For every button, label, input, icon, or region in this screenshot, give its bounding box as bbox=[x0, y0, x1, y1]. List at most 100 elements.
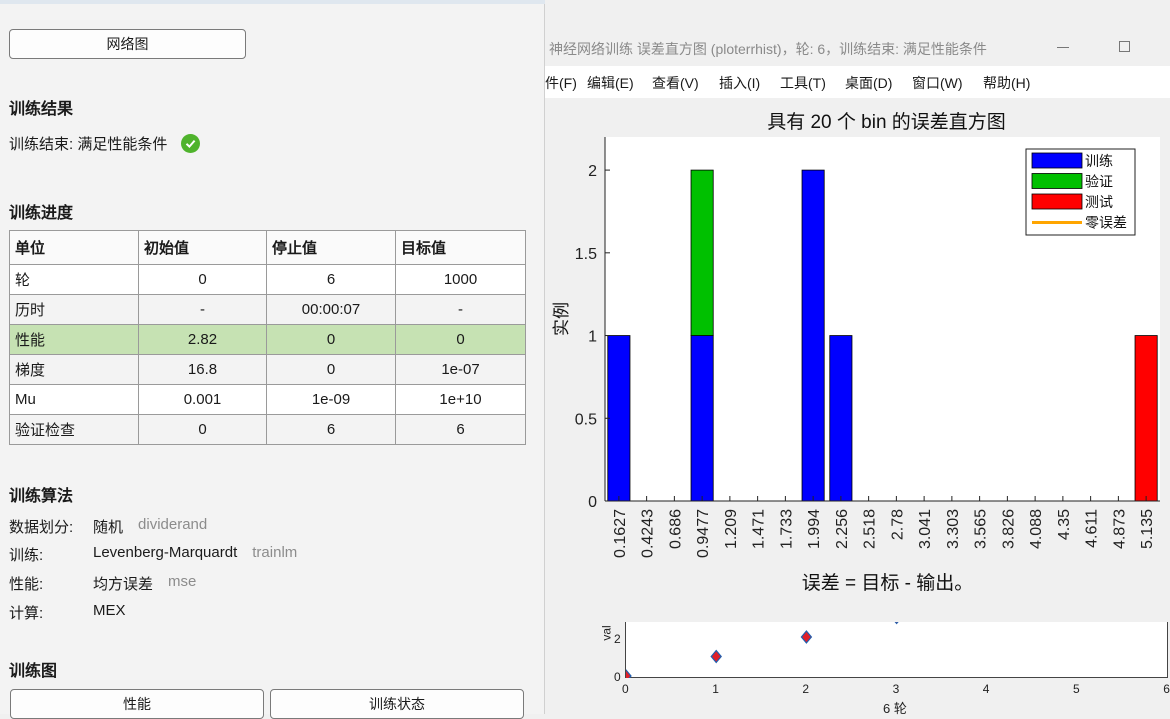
table-cell: 1e-07 bbox=[395, 354, 526, 385]
header-initial: 初始值 bbox=[138, 230, 267, 265]
background-xtick: 4 bbox=[982, 682, 990, 696]
histogram-bar bbox=[801, 169, 825, 502]
menu-file[interactable]: 件(F) bbox=[545, 73, 577, 93]
maximize-icon[interactable] bbox=[1119, 41, 1130, 52]
x-tick-label: 0.9477 bbox=[695, 509, 712, 558]
table-row-gradient: 梯度 16.8 0 1e-07 bbox=[9, 354, 526, 385]
x-tick-label: 0.1627 bbox=[612, 509, 629, 558]
background-xtick: 0 bbox=[622, 682, 629, 696]
legend-label: 验证 bbox=[1085, 174, 1113, 190]
table-cell: 0.001 bbox=[138, 384, 267, 415]
algorithm-key: 数据划分: bbox=[9, 519, 74, 536]
table-cell: 6 bbox=[266, 414, 396, 445]
table-row-epoch: 轮 0 6 1000 bbox=[9, 264, 526, 295]
background-xtick: 1 bbox=[712, 682, 719, 696]
x-tick-label: 1.471 bbox=[751, 509, 768, 549]
x-tick-label: 1.209 bbox=[723, 509, 740, 549]
table-row-elapsed: 历时 - 00:00:07 - bbox=[9, 294, 526, 325]
x-tick-label: 3.303 bbox=[945, 509, 962, 549]
histogram-bar bbox=[607, 335, 631, 502]
menu-window[interactable]: 窗口(W) bbox=[912, 73, 963, 93]
x-tick-label: 3.565 bbox=[973, 509, 990, 549]
legend-swatch bbox=[1031, 173, 1083, 189]
table-cell: 性能 bbox=[9, 324, 139, 355]
legend-label: 零误差 bbox=[1085, 215, 1127, 231]
algorithm-row-calculation: 计算: MEX bbox=[9, 602, 141, 623]
table-cell: 16.8 bbox=[138, 354, 267, 385]
training-panel: 网络图 训练结果 训练结束: 满足性能条件 训练进度 单位 初始值 停止值 目标… bbox=[0, 0, 545, 719]
plots-section-title: 训练图 bbox=[9, 663, 58, 680]
table-cell: 6 bbox=[395, 414, 526, 445]
table-cell: 0 bbox=[395, 324, 526, 355]
background-point bbox=[800, 630, 813, 644]
table-cell: - bbox=[395, 294, 526, 325]
algorithm-value: 均方误差 bbox=[93, 576, 154, 593]
title-bar[interactable]: 神经网络训练 误差直方图 (ploterrhist)，轮: 6，训练结束: 满足… bbox=[545, 30, 1170, 66]
network-diagram-button[interactable]: 网络图 bbox=[9, 29, 246, 59]
table-cell: 6 bbox=[266, 264, 396, 295]
menu-tools[interactable]: 工具(T) bbox=[780, 73, 826, 93]
table-row-validation-checks: 验证检查 0 6 6 bbox=[9, 414, 526, 445]
table-cell: 0 bbox=[138, 414, 267, 445]
error-histogram-chart: 具有 20 个 bin 的误差直方图 0 0.5 1 1.5 2 0.1627 0.4243 0… bbox=[552, 111, 1160, 594]
table-header-row: 单位 初始值 停止值 目标值 bbox=[9, 230, 526, 265]
algorithm-key: 性能: bbox=[9, 576, 44, 593]
legend-swatch bbox=[1031, 193, 1083, 210]
menu-desktop[interactable]: 桌面(D) bbox=[845, 73, 892, 93]
histogram-bar bbox=[1134, 335, 1158, 502]
x-tick-label: 2.256 bbox=[834, 509, 851, 549]
error-histogram-window: 神经网络训练 误差直方图 (ploterrhist)，轮: 6，训练结束: 满足… bbox=[545, 30, 1170, 622]
background-xtick: 2 bbox=[802, 682, 810, 696]
y-axis-label: 实例 bbox=[552, 302, 571, 336]
menu-edit[interactable]: 编辑(E) bbox=[587, 73, 634, 93]
minimize-icon[interactable] bbox=[1057, 47, 1069, 48]
x-tick-label: 3.041 bbox=[917, 509, 934, 549]
table-cell: 轮 bbox=[9, 264, 139, 295]
menu-insert[interactable]: 插入(I) bbox=[719, 73, 760, 93]
table-row-performance: 性能 2.82 0 0 bbox=[9, 324, 526, 355]
x-tick-label: 2.78 bbox=[889, 509, 906, 540]
algorithm-key: 训练: bbox=[9, 547, 44, 564]
table-cell: 0 bbox=[266, 324, 396, 355]
menu-view[interactable]: 查看(V) bbox=[652, 73, 699, 93]
table-cell: 1e-09 bbox=[266, 384, 396, 415]
performance-plot-button[interactable]: 性能 bbox=[10, 689, 264, 719]
algorithm-key: 计算: bbox=[9, 605, 44, 622]
algorithm-row-training: 训练: Levenberg-Marquardt trainlm bbox=[9, 544, 297, 565]
menu-help[interactable]: 帮助(H) bbox=[983, 73, 1030, 93]
x-tick-label: 4.611 bbox=[1084, 509, 1101, 548]
algorithm-value: Levenberg-Marquardt bbox=[93, 544, 238, 561]
legend-label: 训练 bbox=[1085, 153, 1113, 169]
table-cell: Mu bbox=[9, 384, 139, 415]
table-row-mu: Mu 0.001 1e-09 1e+10 bbox=[9, 384, 526, 415]
x-tick-label: 1.994 bbox=[806, 509, 823, 549]
background-plot bbox=[620, 610, 903, 683]
y-tick-label: 1 bbox=[588, 329, 597, 346]
table-cell: 梯度 bbox=[9, 354, 139, 385]
background-ytick-2: 2 bbox=[614, 632, 621, 646]
table-cell: 1e+10 bbox=[395, 384, 526, 415]
menu-bar: 件(F) 编辑(E) 查看(V) 插入(I) 工具(T) 桌面(D) 窗口(W)… bbox=[545, 66, 1170, 98]
header-stop: 停止值 bbox=[266, 230, 396, 265]
legend-swatch bbox=[1031, 152, 1083, 169]
window-title: 神经网络训练 误差直方图 (ploterrhist)，轮: 6，训练结束: 满足… bbox=[549, 41, 987, 57]
training-result: 训练结束: 满足性能条件 bbox=[9, 133, 201, 154]
table-cell: - bbox=[138, 294, 267, 325]
progress-section-title: 训练进度 bbox=[9, 205, 74, 222]
x-tick-label: 4.088 bbox=[1028, 509, 1045, 549]
y-tick-label: 0 bbox=[588, 494, 597, 511]
histogram-bar bbox=[690, 335, 714, 502]
x-tick-label: 2.518 bbox=[862, 509, 879, 549]
legend-label: 测试 bbox=[1085, 194, 1113, 210]
table-cell: 1000 bbox=[395, 264, 526, 295]
background-ylabel: val bbox=[599, 625, 614, 641]
algorithm-row-data-division: 数据划分: 随机 dividerand bbox=[9, 516, 207, 537]
x-axis-label: 误差 = 目标 - 输出。 bbox=[802, 572, 974, 594]
result-text: 训练结束: 满足性能条件 bbox=[9, 136, 168, 153]
histogram-bar bbox=[690, 169, 714, 336]
table-cell: 2.82 bbox=[138, 324, 267, 355]
algorithm-function: dividerand bbox=[138, 516, 208, 533]
training-state-plot-button[interactable]: 训练状态 bbox=[270, 689, 524, 719]
algorithm-row-performance: 性能: 均方误差 mse bbox=[9, 573, 196, 594]
background-xtick: 3 bbox=[892, 682, 900, 696]
